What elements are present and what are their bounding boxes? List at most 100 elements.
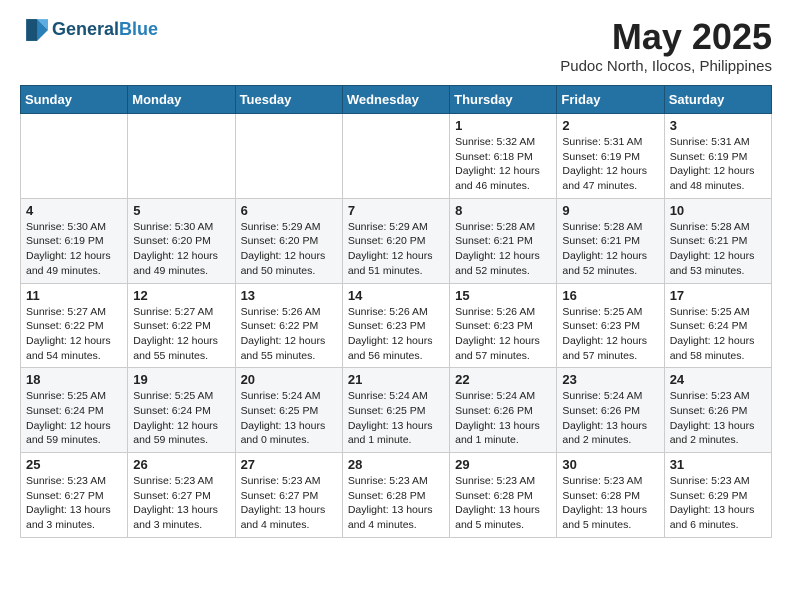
day-number: 5 xyxy=(133,203,229,218)
day-info: Sunrise: 5:23 AM Sunset: 6:29 PM Dayligh… xyxy=(670,474,766,533)
day-info: Sunrise: 5:25 AM Sunset: 6:24 PM Dayligh… xyxy=(26,389,122,448)
day-number: 22 xyxy=(455,372,551,387)
day-info: Sunrise: 5:28 AM Sunset: 6:21 PM Dayligh… xyxy=(455,220,551,279)
day-number: 1 xyxy=(455,118,551,133)
day-info: Sunrise: 5:29 AM Sunset: 6:20 PM Dayligh… xyxy=(241,220,337,279)
day-number: 6 xyxy=(241,203,337,218)
day-info: Sunrise: 5:25 AM Sunset: 6:24 PM Dayligh… xyxy=(670,305,766,364)
day-number: 26 xyxy=(133,457,229,472)
calendar-table: SundayMondayTuesdayWednesdayThursdayFrid… xyxy=(20,85,772,538)
day-info: Sunrise: 5:23 AM Sunset: 6:27 PM Dayligh… xyxy=(26,474,122,533)
calendar-cell: 25 Sunrise: 5:23 AM Sunset: 6:27 PM Dayli… xyxy=(21,453,128,538)
calendar-cell: 2 Sunrise: 5:31 AM Sunset: 6:19 PM Daylig… xyxy=(557,114,664,199)
day-info: Sunrise: 5:27 AM Sunset: 6:22 PM Dayligh… xyxy=(26,305,122,364)
calendar-cell: 21Sunrise: 5:24 AM Sunset: 6:25 PM Dayli… xyxy=(342,368,449,453)
day-number: 16 xyxy=(562,288,658,303)
day-number: 10 xyxy=(670,203,766,218)
calendar-cell: 6 Sunrise: 5:29 AM Sunset: 6:20 PM Daylig… xyxy=(235,198,342,283)
day-info: Sunrise: 5:31 AM Sunset: 6:19 PM Dayligh… xyxy=(670,135,766,194)
day-info: Sunrise: 5:24 AM Sunset: 6:25 PM Dayligh… xyxy=(241,389,337,448)
weekday-header: Monday xyxy=(128,86,235,114)
calendar-cell xyxy=(21,114,128,199)
day-number: 31 xyxy=(670,457,766,472)
day-info: Sunrise: 5:29 AM Sunset: 6:20 PM Dayligh… xyxy=(348,220,444,279)
day-number: 2 xyxy=(562,118,658,133)
day-info: Sunrise: 5:31 AM Sunset: 6:19 PM Dayligh… xyxy=(562,135,658,194)
weekday-header: Sunday xyxy=(21,86,128,114)
calendar-cell: 8Sunrise: 5:28 AM Sunset: 6:21 PM Daylig… xyxy=(450,198,557,283)
calendar-cell: 9 Sunrise: 5:28 AM Sunset: 6:21 PM Daylig… xyxy=(557,198,664,283)
calendar-cell: 15 Sunrise: 5:26 AM Sunset: 6:23 PM Dayli… xyxy=(450,283,557,368)
day-info: Sunrise: 5:27 AM Sunset: 6:22 PM Dayligh… xyxy=(133,305,229,364)
calendar-cell: 31 Sunrise: 5:23 AM Sunset: 6:29 PM Dayli… xyxy=(664,453,771,538)
day-info: Sunrise: 5:25 AM Sunset: 6:23 PM Dayligh… xyxy=(562,305,658,364)
weekday-header: Thursday xyxy=(450,86,557,114)
day-info: Sunrise: 5:23 AM Sunset: 6:28 PM Dayligh… xyxy=(348,474,444,533)
day-number: 23 xyxy=(562,372,658,387)
calendar-cell xyxy=(235,114,342,199)
calendar-cell xyxy=(128,114,235,199)
calendar-cell: 11 Sunrise: 5:27 AM Sunset: 6:22 PM Dayli… xyxy=(21,283,128,368)
calendar-week-row: 18 Sunrise: 5:25 AM Sunset: 6:24 PM Dayli… xyxy=(21,368,772,453)
day-number: 29 xyxy=(455,457,551,472)
page-header: GeneralBlue May 2025 Pudoc North, Ilocos… xyxy=(20,16,772,75)
calendar-week-row: 25 Sunrise: 5:23 AM Sunset: 6:27 PM Dayli… xyxy=(21,453,772,538)
day-number: 15 xyxy=(455,288,551,303)
day-info: Sunrise: 5:23 AM Sunset: 6:26 PM Dayligh… xyxy=(670,389,766,448)
day-number: 7 xyxy=(348,203,444,218)
title-block: May 2025 Pudoc North, Ilocos, Philippine… xyxy=(560,16,772,75)
day-number: 25 xyxy=(26,457,122,472)
calendar-week-row: 1 Sunrise: 5:32 AM Sunset: 6:18 PM Daylig… xyxy=(21,114,772,199)
day-info: Sunrise: 5:28 AM Sunset: 6:21 PM Dayligh… xyxy=(562,220,658,279)
day-info: Sunrise: 5:24 AM Sunset: 6:26 PM Dayligh… xyxy=(562,389,658,448)
day-number: 27 xyxy=(241,457,337,472)
day-info: Sunrise: 5:26 AM Sunset: 6:23 PM Dayligh… xyxy=(348,305,444,364)
calendar-cell: 13Sunrise: 5:26 AM Sunset: 6:22 PM Dayli… xyxy=(235,283,342,368)
day-number: 18 xyxy=(26,372,122,387)
calendar-cell: 1 Sunrise: 5:32 AM Sunset: 6:18 PM Daylig… xyxy=(450,114,557,199)
day-number: 14 xyxy=(348,288,444,303)
day-number: 28 xyxy=(348,457,444,472)
day-number: 17 xyxy=(670,288,766,303)
calendar-cell: 5 Sunrise: 5:30 AM Sunset: 6:20 PM Daylig… xyxy=(128,198,235,283)
day-number: 20 xyxy=(241,372,337,387)
weekday-header: Saturday xyxy=(664,86,771,114)
day-number: 9 xyxy=(562,203,658,218)
weekday-header: Tuesday xyxy=(235,86,342,114)
calendar-header-row: SundayMondayTuesdayWednesdayThursdayFrid… xyxy=(21,86,772,114)
calendar-week-row: 4Sunrise: 5:30 AM Sunset: 6:19 PM Daylig… xyxy=(21,198,772,283)
logo-text: GeneralBlue xyxy=(52,20,158,40)
calendar-cell: 12Sunrise: 5:27 AM Sunset: 6:22 PM Dayli… xyxy=(128,283,235,368)
calendar-cell xyxy=(342,114,449,199)
day-info: Sunrise: 5:23 AM Sunset: 6:27 PM Dayligh… xyxy=(241,474,337,533)
calendar-cell: 27 Sunrise: 5:23 AM Sunset: 6:27 PM Dayli… xyxy=(235,453,342,538)
calendar-cell: 18 Sunrise: 5:25 AM Sunset: 6:24 PM Dayli… xyxy=(21,368,128,453)
day-info: Sunrise: 5:23 AM Sunset: 6:28 PM Dayligh… xyxy=(562,474,658,533)
calendar-cell: 7 Sunrise: 5:29 AM Sunset: 6:20 PM Daylig… xyxy=(342,198,449,283)
day-info: Sunrise: 5:23 AM Sunset: 6:27 PM Dayligh… xyxy=(133,474,229,533)
day-info: Sunrise: 5:24 AM Sunset: 6:26 PM Dayligh… xyxy=(455,389,551,448)
calendar-cell: 28 Sunrise: 5:23 AM Sunset: 6:28 PM Dayli… xyxy=(342,453,449,538)
calendar-cell: 14 Sunrise: 5:26 AM Sunset: 6:23 PM Dayli… xyxy=(342,283,449,368)
calendar-cell: 4Sunrise: 5:30 AM Sunset: 6:19 PM Daylig… xyxy=(21,198,128,283)
day-number: 11 xyxy=(26,288,122,303)
calendar-cell: 17 Sunrise: 5:25 AM Sunset: 6:24 PM Dayli… xyxy=(664,283,771,368)
day-info: Sunrise: 5:30 AM Sunset: 6:20 PM Dayligh… xyxy=(133,220,229,279)
day-info: Sunrise: 5:28 AM Sunset: 6:21 PM Dayligh… xyxy=(670,220,766,279)
day-number: 24 xyxy=(670,372,766,387)
calendar-cell: 30Sunrise: 5:23 AM Sunset: 6:28 PM Dayli… xyxy=(557,453,664,538)
day-info: Sunrise: 5:26 AM Sunset: 6:23 PM Dayligh… xyxy=(455,305,551,364)
logo: GeneralBlue xyxy=(20,16,158,44)
logo-icon xyxy=(20,16,48,44)
day-number: 3 xyxy=(670,118,766,133)
day-info: Sunrise: 5:25 AM Sunset: 6:24 PM Dayligh… xyxy=(133,389,229,448)
day-info: Sunrise: 5:32 AM Sunset: 6:18 PM Dayligh… xyxy=(455,135,551,194)
calendar-cell: 29Sunrise: 5:23 AM Sunset: 6:28 PM Dayli… xyxy=(450,453,557,538)
day-number: 4 xyxy=(26,203,122,218)
month-title: May 2025 xyxy=(560,16,772,58)
calendar-cell: 19Sunrise: 5:25 AM Sunset: 6:24 PM Dayli… xyxy=(128,368,235,453)
calendar-cell: 26 Sunrise: 5:23 AM Sunset: 6:27 PM Dayli… xyxy=(128,453,235,538)
calendar-cell: 23 Sunrise: 5:24 AM Sunset: 6:26 PM Dayli… xyxy=(557,368,664,453)
calendar-cell: 10 Sunrise: 5:28 AM Sunset: 6:21 PM Dayli… xyxy=(664,198,771,283)
weekday-header: Wednesday xyxy=(342,86,449,114)
